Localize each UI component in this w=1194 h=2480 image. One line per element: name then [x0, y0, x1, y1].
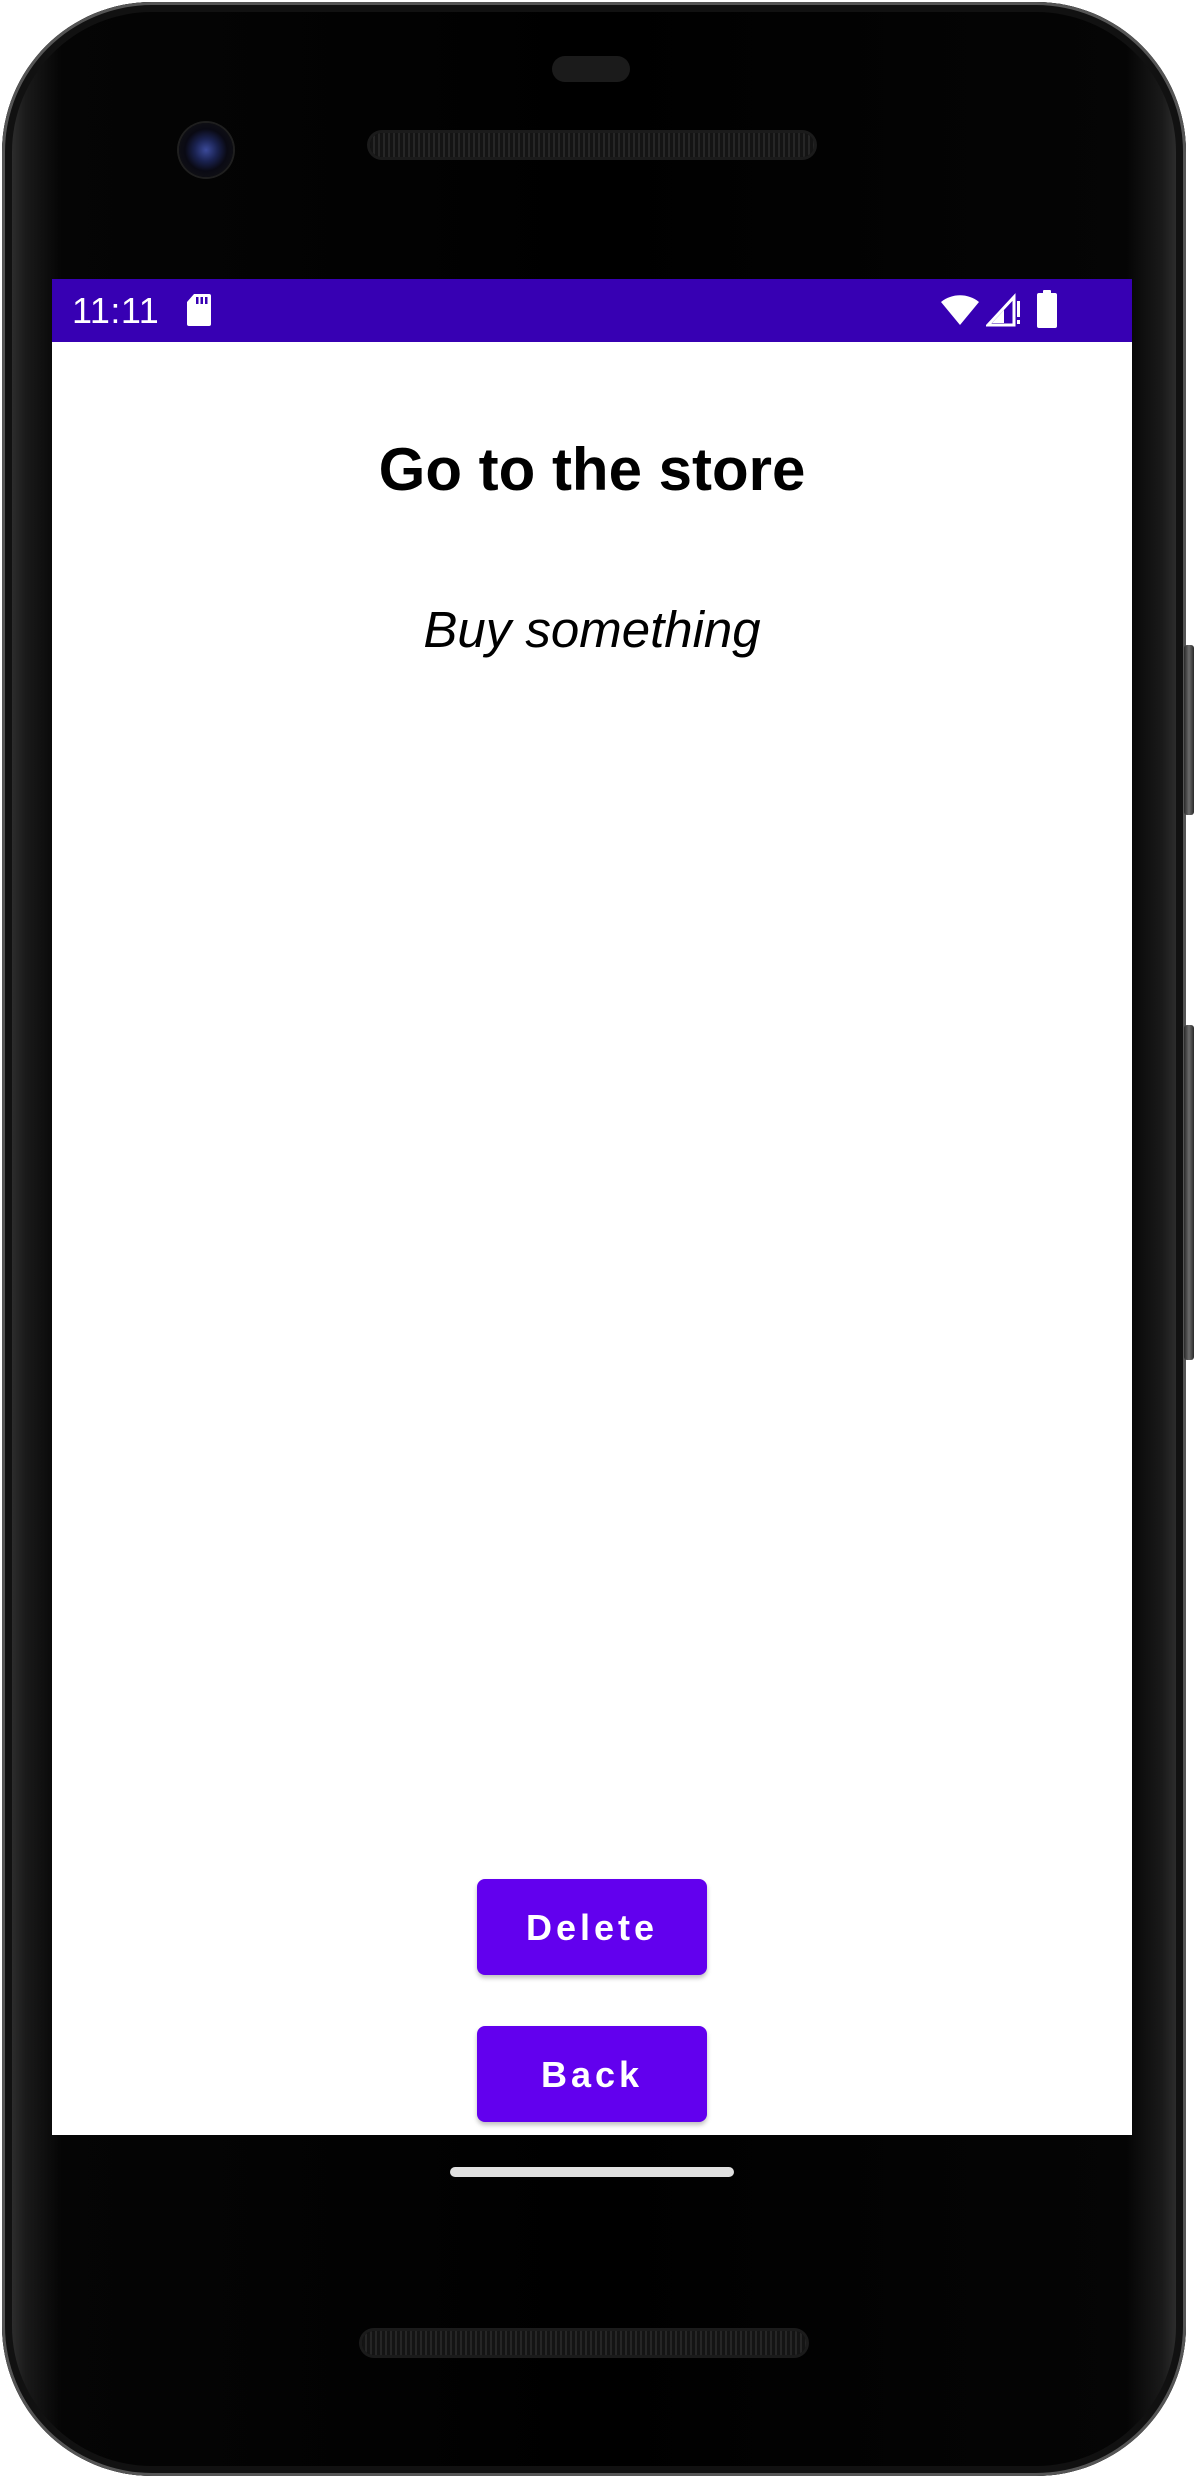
back-button[interactable]: Back	[477, 2026, 707, 2122]
phone-device: 11:11 Go to the store Buy something Dele…	[0, 0, 1194, 2480]
wifi-icon	[941, 295, 979, 325]
task-title: Go to the store	[378, 436, 806, 503]
cell-signal-icon	[986, 293, 1020, 327]
phone-screen: 11:11 Go to the store Buy something Dele…	[52, 279, 1132, 2135]
delete-button[interactable]: Delete	[477, 1879, 707, 1975]
volume-rocker	[1184, 1025, 1194, 1360]
status-bar: 11:11	[52, 279, 1132, 342]
status-time: 11:11	[72, 290, 160, 331]
task-description: Buy something	[423, 601, 761, 658]
sd-card-icon	[187, 294, 211, 326]
earpiece-speaker	[370, 133, 814, 157]
home-gesture-bar[interactable]	[450, 2167, 734, 2177]
battery-icon	[1037, 290, 1057, 328]
bottom-speaker	[362, 2331, 806, 2355]
front-camera	[179, 123, 233, 177]
proximity-sensor	[552, 56, 630, 82]
power-button	[1184, 645, 1194, 815]
task-detail-screen: Go to the store Buy something Delete Bac…	[52, 342, 1132, 2135]
